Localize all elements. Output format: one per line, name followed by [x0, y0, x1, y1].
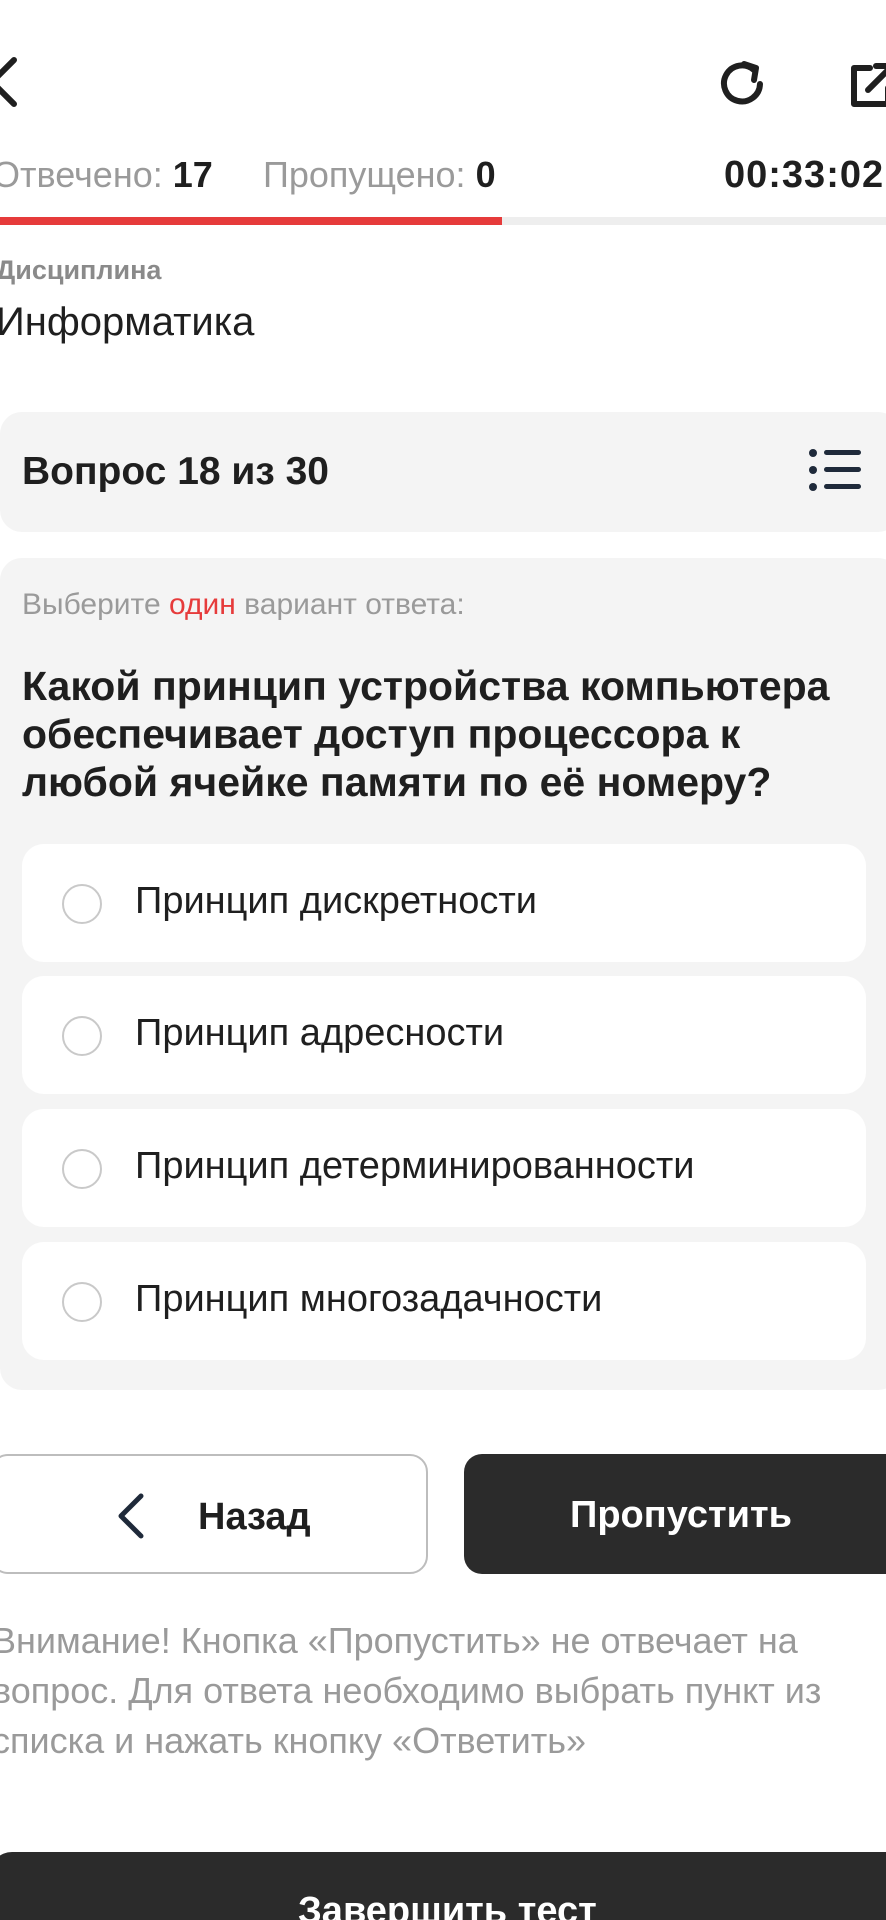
skipped-count: 0	[475, 154, 496, 195]
question-text: Какой принцип устройства компьютера обес…	[22, 663, 830, 805]
skip-button-label: Пропустить	[570, 1494, 792, 1536]
skipped-label: Пропущено:	[263, 154, 466, 195]
skip-warning: Внимание! Кнопка «Пропустить» не отвечае…	[0, 1620, 822, 1761]
skipped-stat: Пропущено: 0	[263, 154, 496, 196]
chevron-left-icon	[118, 1493, 144, 1539]
radio-button[interactable]	[62, 1016, 102, 1056]
radio-button[interactable]	[62, 1282, 102, 1322]
answered-label: Отвечено:	[0, 154, 163, 195]
question-card: Выберите один вариант ответа: Какой прин…	[0, 558, 886, 1390]
question-header: Вопрос 18 из 30	[0, 412, 886, 532]
answer-option-2[interactable]: Принцип адресности	[22, 976, 866, 1094]
answer-instruction: Выберите один вариант ответа:	[22, 588, 465, 622]
instruction-text: Выберите	[22, 588, 169, 621]
answered-stat: Отвечено: 17	[0, 154, 213, 196]
answered-count: 17	[172, 154, 213, 195]
skip-button[interactable]: Пропустить	[464, 1454, 886, 1574]
finish-button-label: Завершить тест	[298, 1890, 597, 1920]
finish-test-button[interactable]: Завершить тест	[0, 1852, 886, 1920]
external-link-icon[interactable]	[846, 60, 886, 110]
instruction-text-end: вариант ответа:	[235, 588, 465, 621]
answer-option-1[interactable]: Принцип дискретности	[22, 844, 866, 962]
list-icon[interactable]	[808, 448, 862, 492]
answer-option-4[interactable]: Принцип многозадачности	[22, 1242, 866, 1360]
answer-option-3[interactable]: Принцип детерминированности	[22, 1109, 866, 1227]
instruction-accent: один	[168, 588, 236, 621]
option-label: Принцип многозадачности	[135, 1278, 603, 1320]
stats-bar: Отвечено: 17 Пропущено: 0 00:33:02	[0, 154, 886, 204]
progress-bar	[0, 217, 886, 225]
question-counter: Вопрос 18 из 30	[22, 450, 329, 493]
option-label: Принцип адресности	[135, 1012, 505, 1054]
chevron-left-icon[interactable]	[0, 54, 20, 110]
option-label: Принцип детерминированности	[135, 1145, 695, 1187]
option-label: Принцип дискретности	[135, 880, 537, 922]
radio-button[interactable]	[62, 884, 102, 924]
radio-button[interactable]	[62, 1149, 102, 1189]
timer: 00:33:02	[724, 154, 885, 196]
test-screen: Отвечено: 17 Пропущено: 0 00:33:02 Дисципл…	[0, 0, 886, 1920]
back-button[interactable]: Назад	[0, 1454, 428, 1574]
progress-fill	[0, 217, 503, 225]
refresh-icon[interactable]	[714, 56, 770, 112]
discipline-name: Информатика	[0, 300, 255, 344]
back-button-label: Назад	[198, 1496, 311, 1538]
discipline-label: Дисциплина	[0, 255, 162, 285]
